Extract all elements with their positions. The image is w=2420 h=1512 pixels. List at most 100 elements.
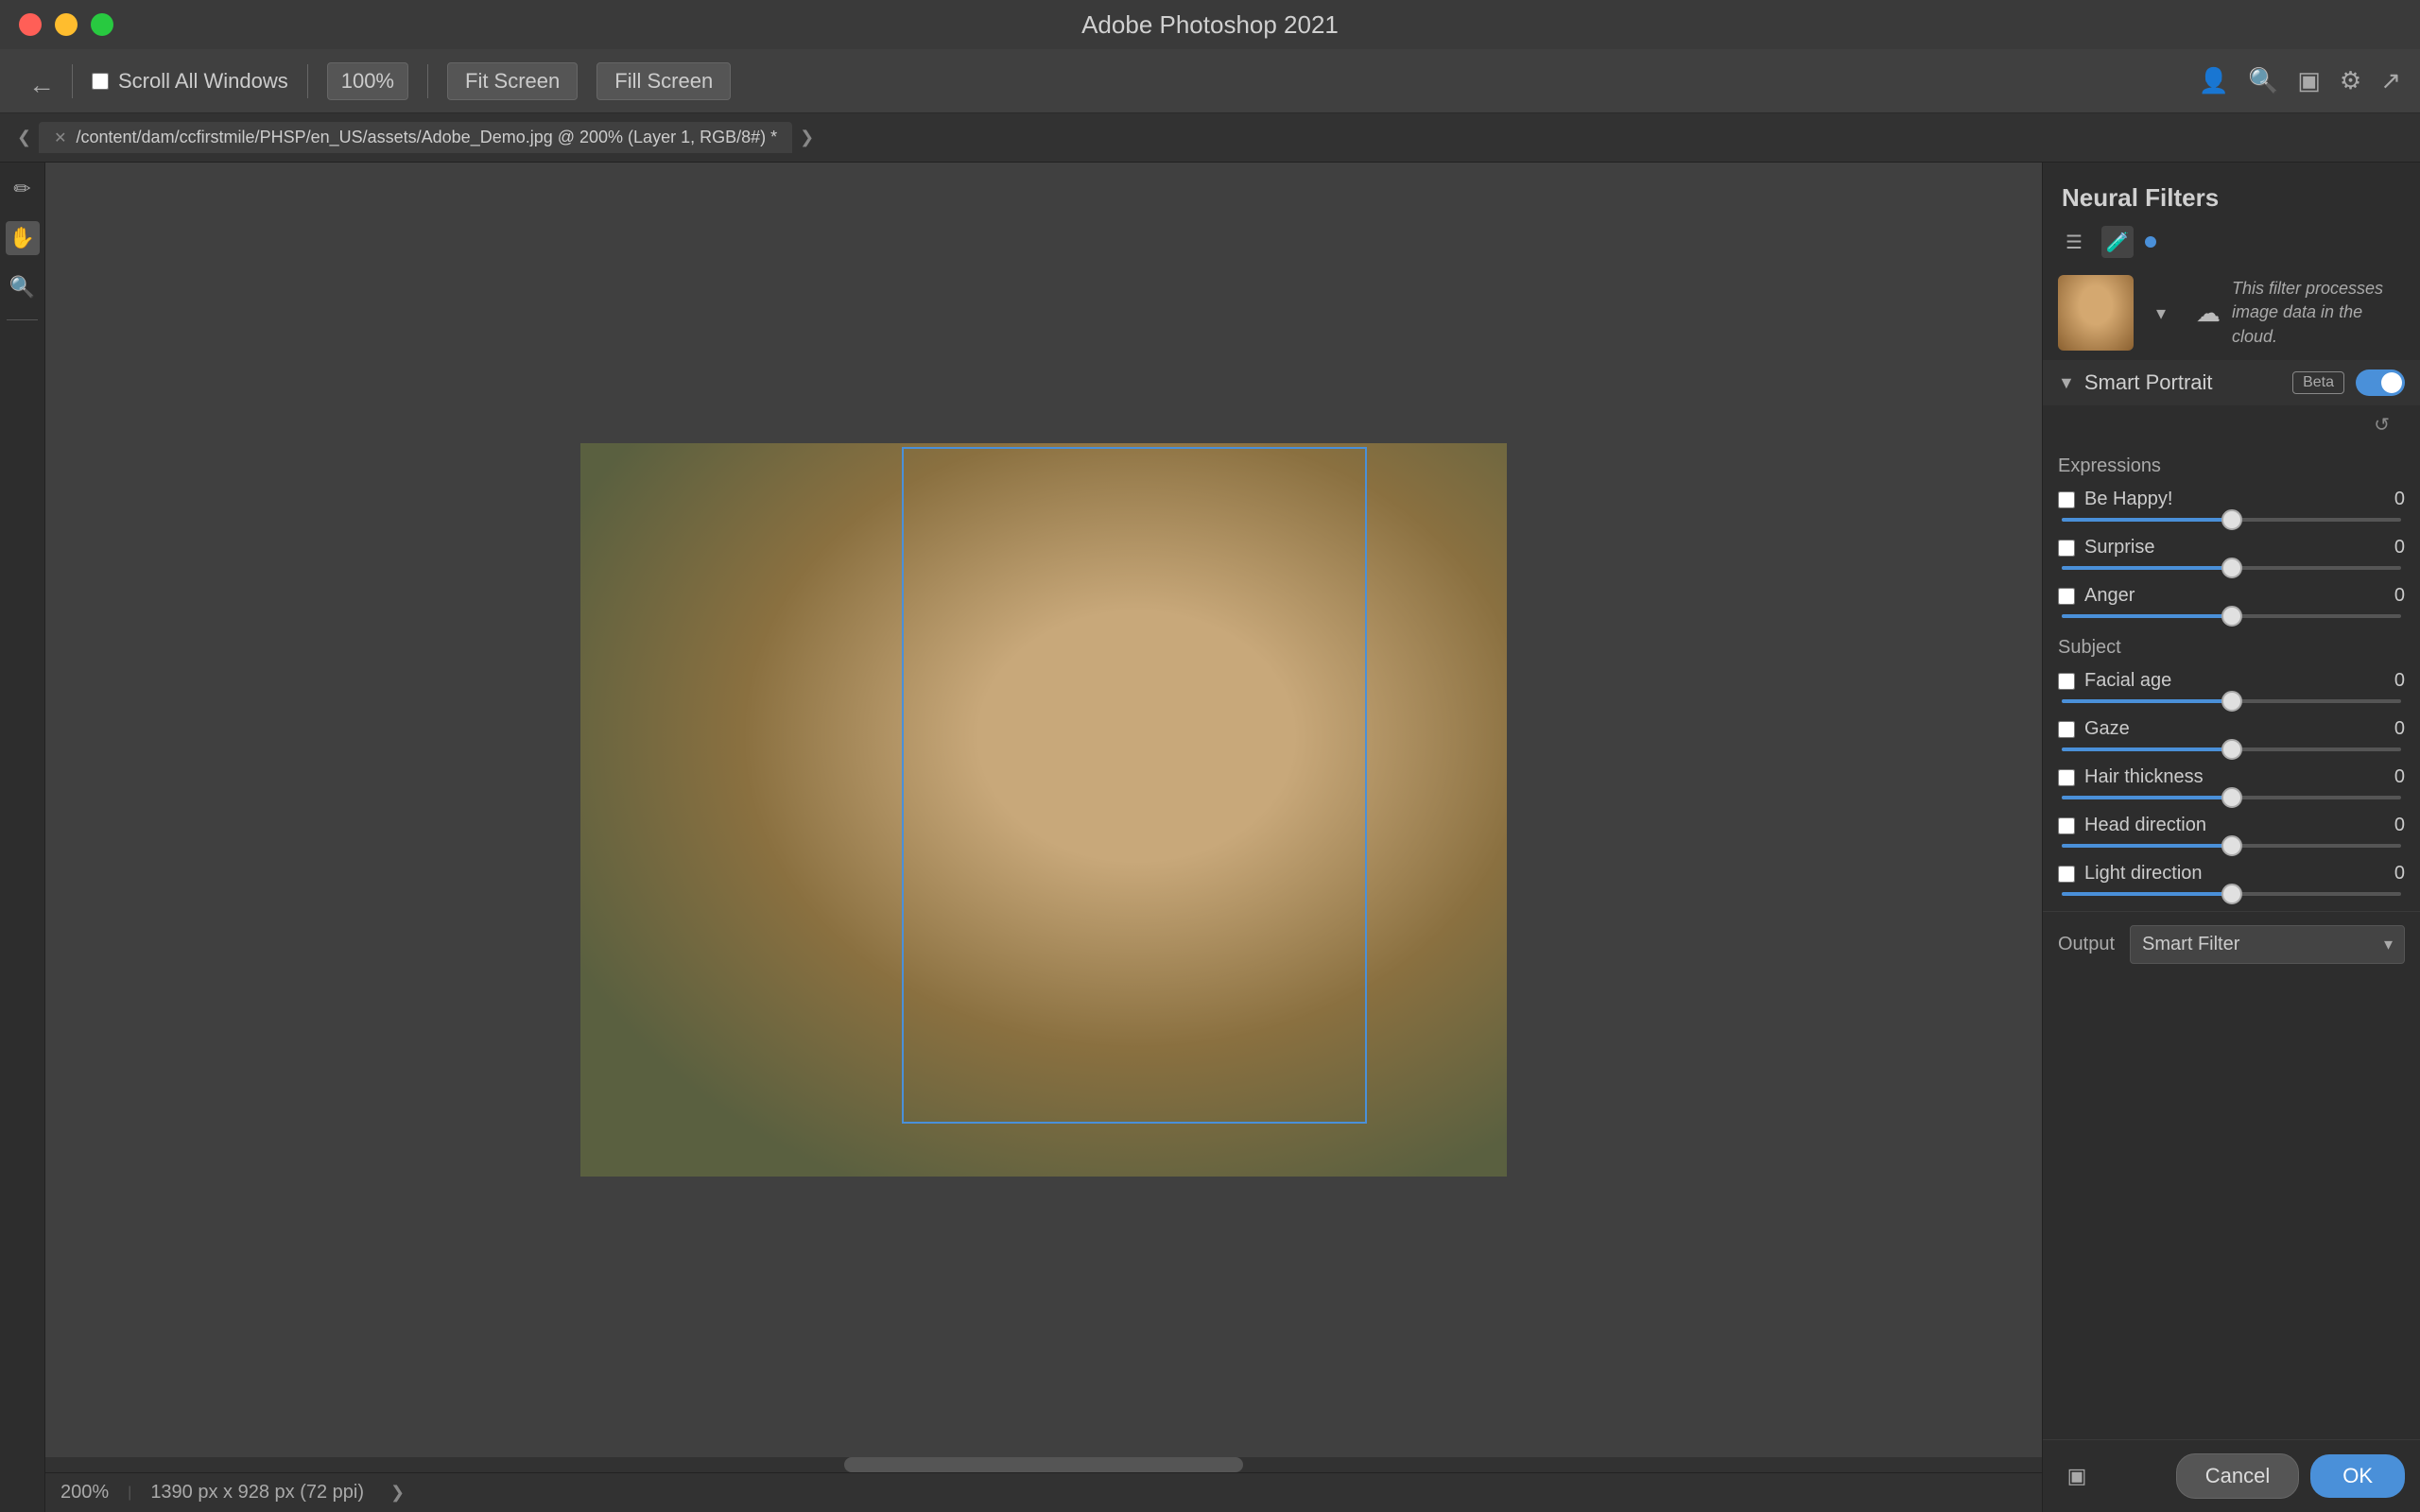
surprise-thumb[interactable] — [2221, 558, 2242, 578]
back-button[interactable]: ← — [19, 64, 53, 98]
gaze-slider-row: Gaze 0 — [2043, 711, 2420, 759]
anger-fill — [2062, 614, 2232, 618]
filter-preview-row: ▾ ☁ This filter processes image data in … — [2043, 266, 2420, 360]
document-tab[interactable]: ✕ /content/dam/ccfirstmile/PHSP/en_US/as… — [39, 122, 792, 153]
close-window-button[interactable] — [19, 13, 42, 36]
settings-icon[interactable]: ⚙ — [2340, 66, 2361, 95]
anger-thumb[interactable] — [2221, 606, 2242, 627]
hair-thickness-thumb[interactable] — [2221, 787, 2242, 808]
tab-right-expand-icon[interactable]: ❯ — [792, 128, 821, 147]
image-dimensions: 1390 px x 928 px (72 ppi) — [150, 1482, 364, 1503]
face-background — [580, 443, 1507, 1177]
be-happy-track[interactable] — [2062, 518, 2401, 522]
cancel-button[interactable]: Cancel — [2176, 1453, 2299, 1499]
user-icon[interactable]: 👤 — [2199, 66, 2229, 95]
toolbar: ← Scroll All Windows 100% Fit Screen Fil… — [0, 49, 2420, 113]
ok-button[interactable]: OK — [2310, 1454, 2405, 1498]
fit-screen-button[interactable]: Fit Screen — [447, 62, 578, 100]
gaze-header: Gaze 0 — [2058, 718, 2405, 740]
facial-age-slider-row: Facial age 0 — [2043, 662, 2420, 711]
thumbnail-dropdown-button[interactable]: ▾ — [2145, 297, 2177, 329]
anger-track[interactable] — [2062, 614, 2401, 618]
filter-lab-icon[interactable]: 🧪 — [2101, 226, 2134, 258]
status-divider: | — [128, 1485, 131, 1502]
head-direction-checkbox[interactable] — [2058, 817, 2075, 834]
tab-close-icon[interactable]: ✕ — [54, 129, 66, 147]
search-icon[interactable]: 🔍 — [2248, 66, 2278, 95]
hand-tool[interactable]: ✋ — [6, 221, 40, 255]
window-icon[interactable]: ▣ — [2297, 66, 2321, 95]
head-direction-slider-row: Head direction 0 — [2043, 807, 2420, 855]
facial-age-header: Facial age 0 — [2058, 670, 2405, 692]
horizontal-scrollbar[interactable] — [45, 1457, 2042, 1472]
light-direction-label: Light direction — [2084, 863, 2367, 885]
beta-badge: Beta — [2292, 371, 2344, 394]
panel-footer: ▣ Cancel OK — [2043, 1439, 2420, 1512]
zoom-tool[interactable]: 🔍 — [6, 270, 40, 304]
canvas-scroll-area[interactable] — [45, 163, 2042, 1457]
output-select[interactable]: Smart Filter ▾ — [2130, 925, 2405, 964]
fill-screen-button[interactable]: Fill Screen — [596, 62, 731, 100]
maximize-window-button[interactable] — [91, 13, 113, 36]
surprise-value: 0 — [2377, 537, 2405, 558]
facial-age-track[interactable] — [2062, 699, 2401, 703]
hair-thickness-checkbox[interactable] — [2058, 769, 2075, 786]
toolbar-divider-2 — [307, 64, 308, 98]
output-select-value: Smart Filter — [2142, 934, 2239, 955]
scroll-all-windows-checkbox-label[interactable]: Scroll All Windows — [92, 69, 288, 94]
output-select-arrow-icon: ▾ — [2384, 935, 2393, 954]
reset-button[interactable]: ↺ — [2374, 413, 2390, 437]
canvas-area: 200% | 1390 px x 928 px (72 ppi) ❯ — [45, 163, 2042, 1512]
be-happy-checkbox[interactable] — [2058, 491, 2075, 508]
surprise-slider-row: Surprise 0 — [2043, 529, 2420, 577]
facial-age-label: Facial age — [2084, 670, 2367, 692]
gaze-fill — [2062, 747, 2232, 751]
panel-compare-button[interactable]: ▣ — [2058, 1457, 2096, 1495]
head-direction-header: Head direction 0 — [2058, 815, 2405, 836]
status-expand-icon[interactable]: ❯ — [383, 1483, 412, 1503]
gaze-track[interactable] — [2062, 747, 2401, 751]
surprise-track[interactable] — [2062, 566, 2401, 570]
tab-expand-icon[interactable]: ❮ — [9, 128, 39, 147]
light-direction-track[interactable] — [2062, 892, 2401, 896]
surprise-fill — [2062, 566, 2232, 570]
pencil-tool[interactable]: ✏ — [6, 172, 40, 206]
minimize-window-button[interactable] — [55, 13, 78, 36]
light-direction-thumb[interactable] — [2221, 884, 2242, 904]
gaze-checkbox[interactable] — [2058, 721, 2075, 738]
light-direction-value: 0 — [2377, 863, 2405, 885]
canvas-image — [580, 443, 1507, 1177]
hair-thickness-track[interactable] — [2062, 796, 2401, 799]
anger-checkbox[interactable] — [2058, 588, 2075, 605]
head-direction-fill — [2062, 844, 2232, 848]
facial-age-thumb[interactable] — [2221, 691, 2242, 712]
share-icon[interactable]: ↗ — [2380, 66, 2401, 95]
hair-thickness-value: 0 — [2377, 766, 2405, 788]
surprise-checkbox[interactable] — [2058, 540, 2075, 557]
be-happy-thumb[interactable] — [2221, 509, 2242, 530]
gaze-thumb[interactable] — [2221, 739, 2242, 760]
panel-content: ☰ 🧪 ▾ ☁ This filter processes image data… — [2043, 222, 2420, 1439]
facial-age-fill — [2062, 699, 2232, 703]
filter-thumb-face-img — [2058, 275, 2134, 351]
main-area: ✏ ✋ 🔍 200% | 1390 px x 928 px (72 ppi) ❯ — [0, 163, 2420, 1512]
facial-age-checkbox[interactable] — [2058, 673, 2075, 690]
be-happy-fill — [2062, 518, 2232, 522]
scrollbar-thumb[interactable] — [844, 1457, 1243, 1472]
filter-list-icon[interactable]: ☰ — [2058, 226, 2090, 258]
output-row: Output Smart Filter ▾ — [2043, 911, 2420, 977]
tab-label: /content/dam/ccfirstmile/PHSP/en_US/asse… — [77, 128, 778, 147]
be-happy-header: Be Happy! 0 — [2058, 489, 2405, 510]
hair-thickness-slider-row: Hair thickness 0 — [2043, 759, 2420, 807]
hair-thickness-fill — [2062, 796, 2232, 799]
head-direction-track[interactable] — [2062, 844, 2401, 848]
toolbar-divider-3 — [427, 64, 428, 98]
smart-portrait-section-header[interactable]: ▼ Smart Portrait Beta — [2043, 360, 2420, 405]
smart-portrait-toggle[interactable] — [2356, 369, 2405, 396]
head-direction-thumb[interactable] — [2221, 835, 2242, 856]
scroll-all-windows-label: Scroll All Windows — [118, 69, 288, 94]
scroll-all-windows-checkbox[interactable] — [92, 73, 109, 90]
zoom-display: 100% — [327, 62, 408, 100]
hair-thickness-header: Hair thickness 0 — [2058, 766, 2405, 788]
light-direction-checkbox[interactable] — [2058, 866, 2075, 883]
